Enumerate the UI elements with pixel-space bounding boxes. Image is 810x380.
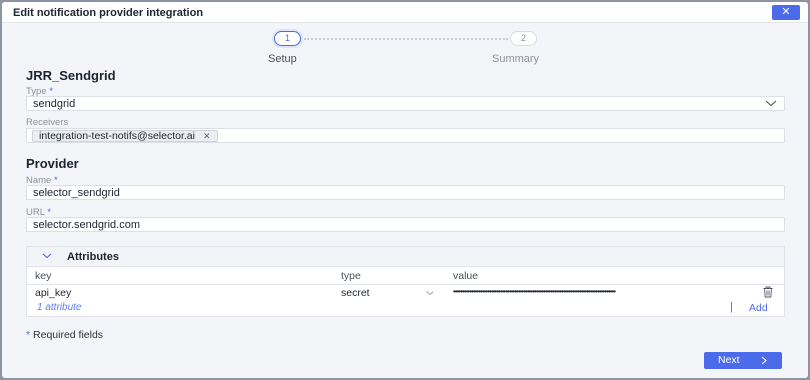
dialog-header: Edit notification provider integration ✕ bbox=[2, 2, 808, 23]
trash-icon[interactable] bbox=[761, 285, 775, 298]
column-header-key: key bbox=[35, 270, 52, 282]
provider-url-value: selector.sendgrid.com bbox=[33, 219, 140, 231]
chevron-down-icon bbox=[765, 100, 777, 107]
chevron-right-icon bbox=[761, 356, 767, 365]
provider-name-value: selector_sendgrid bbox=[33, 187, 120, 199]
attribute-count: 1 attribute bbox=[37, 302, 82, 313]
attributes-panel: Attributes key type value api_key secret… bbox=[26, 246, 785, 317]
required-fields-note: * Required fields bbox=[26, 329, 103, 341]
step-1-label: Setup bbox=[268, 53, 297, 65]
receiver-chip-label: integration-test-notifs@selector.ai bbox=[39, 130, 195, 142]
remove-receiver-icon[interactable]: ✕ bbox=[203, 131, 211, 141]
step-2-indicator: 2 bbox=[510, 31, 537, 46]
step-2-label: Summary bbox=[492, 53, 540, 65]
provider-section-heading: Provider bbox=[26, 156, 79, 171]
attribute-key-cell[interactable]: api_key bbox=[35, 287, 71, 299]
chevron-down-icon[interactable] bbox=[41, 251, 53, 261]
step-connector bbox=[304, 38, 508, 40]
attributes-header[interactable]: Attributes bbox=[27, 247, 784, 267]
receivers-input[interactable]: integration-test-notifs@selector.ai ✕ bbox=[26, 128, 785, 143]
close-icon: ✕ bbox=[781, 6, 791, 18]
next-button-label: Next bbox=[718, 354, 740, 366]
required-note-text: Required fields bbox=[33, 329, 104, 341]
table-divider bbox=[27, 284, 784, 285]
attribute-value-masked[interactable]: ••••••••••••••••••••••••••••••••••••••••… bbox=[453, 288, 749, 296]
provider-url-input[interactable]: selector.sendgrid.com bbox=[26, 217, 785, 232]
close-button[interactable]: ✕ bbox=[772, 5, 800, 20]
edit-integration-dialog: Edit notification provider integration ✕… bbox=[2, 2, 808, 378]
chevron-down-icon[interactable] bbox=[425, 289, 435, 297]
provider-name-input[interactable]: selector_sendgrid bbox=[26, 185, 785, 200]
separator: | bbox=[730, 301, 733, 313]
dialog-title: Edit notification provider integration bbox=[13, 7, 204, 19]
receiver-chip: integration-test-notifs@selector.ai ✕ bbox=[32, 130, 218, 142]
attributes-title: Attributes bbox=[67, 251, 119, 263]
integration-name-heading: JRR_Sendgrid bbox=[26, 68, 116, 83]
required-marker: * bbox=[26, 329, 31, 341]
column-header-value: value bbox=[453, 270, 479, 282]
column-header-type: type bbox=[341, 270, 361, 282]
next-button[interactable]: Next bbox=[704, 352, 782, 369]
step-1-indicator: 1 bbox=[274, 31, 301, 46]
attribute-type-cell[interactable]: secret bbox=[341, 287, 370, 299]
type-select[interactable]: sendgrid bbox=[26, 96, 785, 111]
receivers-field-label: Receivers bbox=[26, 117, 69, 128]
type-select-value: sendgrid bbox=[33, 98, 76, 110]
add-attribute-link[interactable]: Add bbox=[749, 302, 768, 314]
